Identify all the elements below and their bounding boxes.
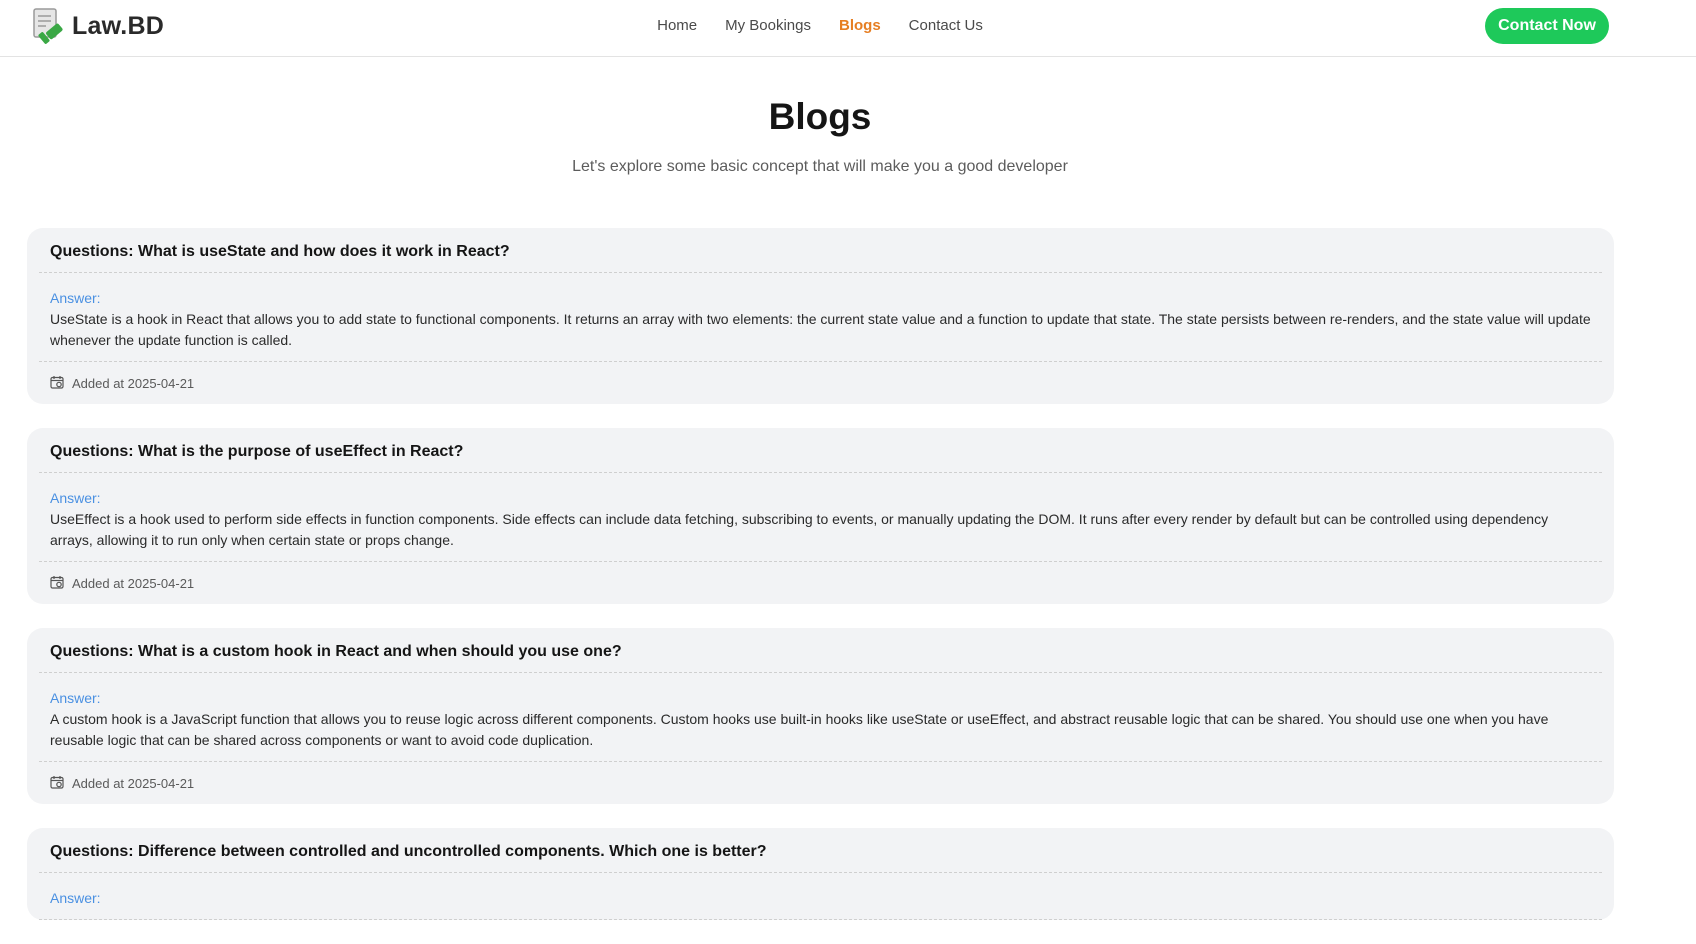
blog-question: Questions: What is the purpose of useEff… bbox=[39, 428, 1602, 473]
answer-text: A custom hook is a JavaScript function t… bbox=[50, 711, 1549, 748]
answer-text: UseEffect is a hook used to perform side… bbox=[50, 511, 1549, 548]
blog-question: Questions: What is useState and how does… bbox=[39, 228, 1602, 273]
blog-card: Questions: What is the purpose of useEff… bbox=[27, 428, 1614, 604]
navbar: Law.BD Home My Bookings Blogs Contact Us… bbox=[0, 0, 1696, 57]
added-date: Added at 2025-04-21 bbox=[72, 575, 195, 591]
blog-card: Questions: What is useState and how does… bbox=[27, 228, 1614, 404]
answer-label: Answer: bbox=[50, 490, 101, 506]
blog-meta: Added at 2025-04-21 bbox=[39, 762, 1602, 804]
added-date: Added at 2025-04-21 bbox=[72, 375, 195, 391]
answer-label: Answer: bbox=[50, 890, 101, 906]
nav-links: Home My Bookings Blogs Contact Us bbox=[0, 17, 1640, 34]
answer-text: UseState is a hook in React that allows … bbox=[50, 311, 1591, 348]
calendar-icon bbox=[50, 575, 72, 592]
answer-label: Answer: bbox=[50, 290, 101, 306]
added-date: Added at 2025-04-21 bbox=[72, 775, 195, 791]
blog-meta: Added at 2025-04-21 bbox=[39, 562, 1602, 604]
blog-card: Questions: What is a custom hook in Reac… bbox=[27, 628, 1614, 804]
blog-answer-section: Answer: UseState is a hook in React that… bbox=[39, 273, 1602, 362]
blog-list: Questions: What is useState and how does… bbox=[27, 228, 1614, 944]
nav-my-bookings[interactable]: My Bookings bbox=[725, 17, 811, 34]
blog-question: Questions: What is a custom hook in Reac… bbox=[39, 628, 1602, 673]
blog-question: Questions: Difference between controlled… bbox=[39, 828, 1602, 873]
blog-card: Questions: Difference between controlled… bbox=[27, 828, 1614, 920]
nav-contact-us[interactable]: Contact Us bbox=[909, 17, 983, 34]
page-title: Blogs bbox=[768, 96, 872, 137]
answer-label: Answer: bbox=[50, 690, 101, 706]
contact-now-button[interactable]: Contact Now bbox=[1485, 8, 1609, 44]
page-subtitle: Let's explore some basic concept that wi… bbox=[572, 158, 1068, 175]
blog-answer-section: Answer: A custom hook is a JavaScript fu… bbox=[39, 673, 1602, 762]
blog-answer-section: Answer: UseEffect is a hook used to perf… bbox=[39, 473, 1602, 562]
blog-meta: Added at 2025-04-21 bbox=[39, 362, 1602, 404]
nav-blogs[interactable]: Blogs bbox=[839, 17, 881, 34]
blog-answer-section: Answer: bbox=[39, 873, 1602, 920]
hero: Blogs Let's explore some basic concept t… bbox=[0, 92, 1640, 176]
calendar-icon bbox=[50, 775, 72, 792]
calendar-icon bbox=[50, 375, 72, 392]
nav-home[interactable]: Home bbox=[657, 17, 697, 34]
